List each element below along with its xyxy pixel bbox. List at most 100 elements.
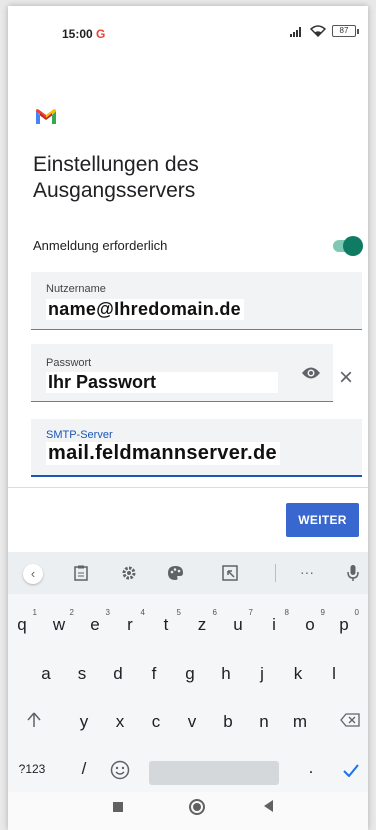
period-key[interactable]: . xyxy=(297,758,325,778)
key-label: v xyxy=(187,712,197,731)
key-hint: 3 xyxy=(105,608,110,617)
google-badge: G xyxy=(96,27,106,41)
clipboard-icon[interactable] xyxy=(74,565,88,581)
password-label: Passwort xyxy=(46,357,92,369)
key-t[interactable]: t5 xyxy=(152,608,181,635)
key-q[interactable]: q1 xyxy=(8,608,37,635)
next-button[interactable]: WEITER xyxy=(286,503,359,537)
username-label: Nutzername xyxy=(46,283,106,295)
auth-required-toggle[interactable] xyxy=(331,236,363,256)
key-g[interactable]: g xyxy=(176,664,204,684)
more-options-icon[interactable]: ··· xyxy=(300,564,314,580)
key-u[interactable]: u7 xyxy=(224,608,253,635)
floating-keyboard-icon[interactable] xyxy=(222,565,238,581)
key-p[interactable]: p0 xyxy=(330,608,359,635)
key-label: d xyxy=(113,664,123,683)
emoji-smiley-icon[interactable] xyxy=(110,760,130,780)
toggle-knob xyxy=(343,236,363,256)
key-m[interactable]: m xyxy=(286,712,314,732)
back-triangle-icon[interactable] xyxy=(264,800,273,812)
show-password-eye-icon[interactable] xyxy=(301,366,321,380)
status-time: 15:00 xyxy=(62,27,93,41)
key-o[interactable]: o9 xyxy=(296,608,325,635)
key-hint: 4 xyxy=(140,608,145,617)
key-label: p xyxy=(339,615,349,634)
status-icons: 87 xyxy=(290,25,359,37)
key-label: c xyxy=(151,712,161,731)
clear-close-icon[interactable]: × xyxy=(339,366,353,390)
recent-apps-square-icon[interactable] xyxy=(113,802,123,812)
key-label: t xyxy=(163,615,169,634)
key-label: w xyxy=(52,615,66,634)
password-field[interactable]: Passwort Ihr Passwort xyxy=(31,344,333,402)
smtp-server-field[interactable]: SMTP-Server mail.feldmannserver.de xyxy=(31,419,362,477)
key-label: b xyxy=(223,712,233,731)
key-label: n xyxy=(259,712,269,731)
key-w[interactable]: w2 xyxy=(45,608,74,635)
signal-icon xyxy=(290,26,301,37)
key-hint: 7 xyxy=(248,608,253,617)
gmail-logo-icon xyxy=(36,109,56,124)
key-label: y xyxy=(79,712,89,731)
chevron-left-icon[interactable]: ‹ xyxy=(23,564,43,584)
slash-key[interactable]: / xyxy=(70,759,98,779)
page-title: Einstellungen des Ausgangsservers xyxy=(33,153,199,202)
key-hint: 8 xyxy=(284,608,289,617)
status-bar: 15:00 G 87 xyxy=(8,6,368,62)
key-z[interactable]: z6 xyxy=(188,608,217,635)
key-l[interactable]: l xyxy=(320,664,348,684)
key-label: z xyxy=(197,615,207,634)
key-h[interactable]: h xyxy=(212,664,240,684)
key-hint: 5 xyxy=(176,608,181,617)
key-d[interactable]: d xyxy=(104,664,132,684)
backspace-icon[interactable] xyxy=(340,713,360,727)
username-value[interactable]: name@Ihredomain.de xyxy=(46,299,244,320)
key-label: l xyxy=(332,664,336,683)
key-label: o xyxy=(305,615,315,634)
key-s[interactable]: s xyxy=(68,664,96,684)
key-label: q xyxy=(17,615,27,634)
key-c[interactable]: c xyxy=(142,712,170,732)
key-v[interactable]: v xyxy=(178,712,206,732)
home-circle-icon[interactable] xyxy=(189,799,205,815)
shift-arrow-up-icon[interactable] xyxy=(27,712,41,728)
microphone-icon[interactable] xyxy=(347,564,359,582)
key-y[interactable]: y xyxy=(70,712,98,732)
key-label: m xyxy=(292,712,308,731)
keyboard-toolbar: ‹ ··· xyxy=(8,552,368,594)
password-value[interactable]: Ihr Passwort xyxy=(46,372,278,393)
symbols-key[interactable]: ?123 xyxy=(16,762,48,776)
palette-icon[interactable] xyxy=(167,565,184,581)
key-b[interactable]: b xyxy=(214,712,242,732)
spacebar[interactable] xyxy=(149,761,279,785)
key-x[interactable]: x xyxy=(106,712,134,732)
smtp-server-value[interactable]: mail.feldmannserver.de xyxy=(46,442,280,465)
key-label: g xyxy=(185,664,195,683)
auth-required-row: Anmeldung erforderlich xyxy=(33,234,363,258)
key-r[interactable]: r4 xyxy=(116,608,145,635)
battery-icon: 87 xyxy=(332,25,359,37)
phone-screen: 15:00 G 87 Einstellungen des Ausgangsser… xyxy=(8,6,368,830)
checkmark-enter-icon[interactable] xyxy=(343,764,359,777)
key-a[interactable]: a xyxy=(32,664,60,684)
key-e[interactable]: e3 xyxy=(81,608,110,635)
key-hint: 1 xyxy=(32,608,37,617)
key-f[interactable]: f xyxy=(140,664,168,684)
key-i[interactable]: i8 xyxy=(260,608,289,635)
key-label: u xyxy=(233,615,243,634)
key-label: h xyxy=(221,664,231,683)
on-screen-keyboard: ‹ ··· q 1 w 2 e 3 r 4 t 5 z 6 u 7 i 8 o … xyxy=(8,552,368,792)
key-label: f xyxy=(151,664,157,683)
key-n[interactable]: n xyxy=(250,712,278,732)
settings-gear-icon[interactable] xyxy=(121,565,137,581)
key-label: a xyxy=(41,664,51,683)
key-k[interactable]: k xyxy=(284,664,312,684)
toolbar-separator xyxy=(275,564,276,582)
key-label: j xyxy=(260,664,264,683)
key-label: r xyxy=(127,615,133,634)
key-j[interactable]: j xyxy=(248,664,276,684)
key-label: s xyxy=(77,664,87,683)
divider xyxy=(8,487,368,488)
username-field[interactable]: Nutzername name@Ihredomain.de xyxy=(31,272,362,330)
key-hint: 6 xyxy=(212,608,217,617)
